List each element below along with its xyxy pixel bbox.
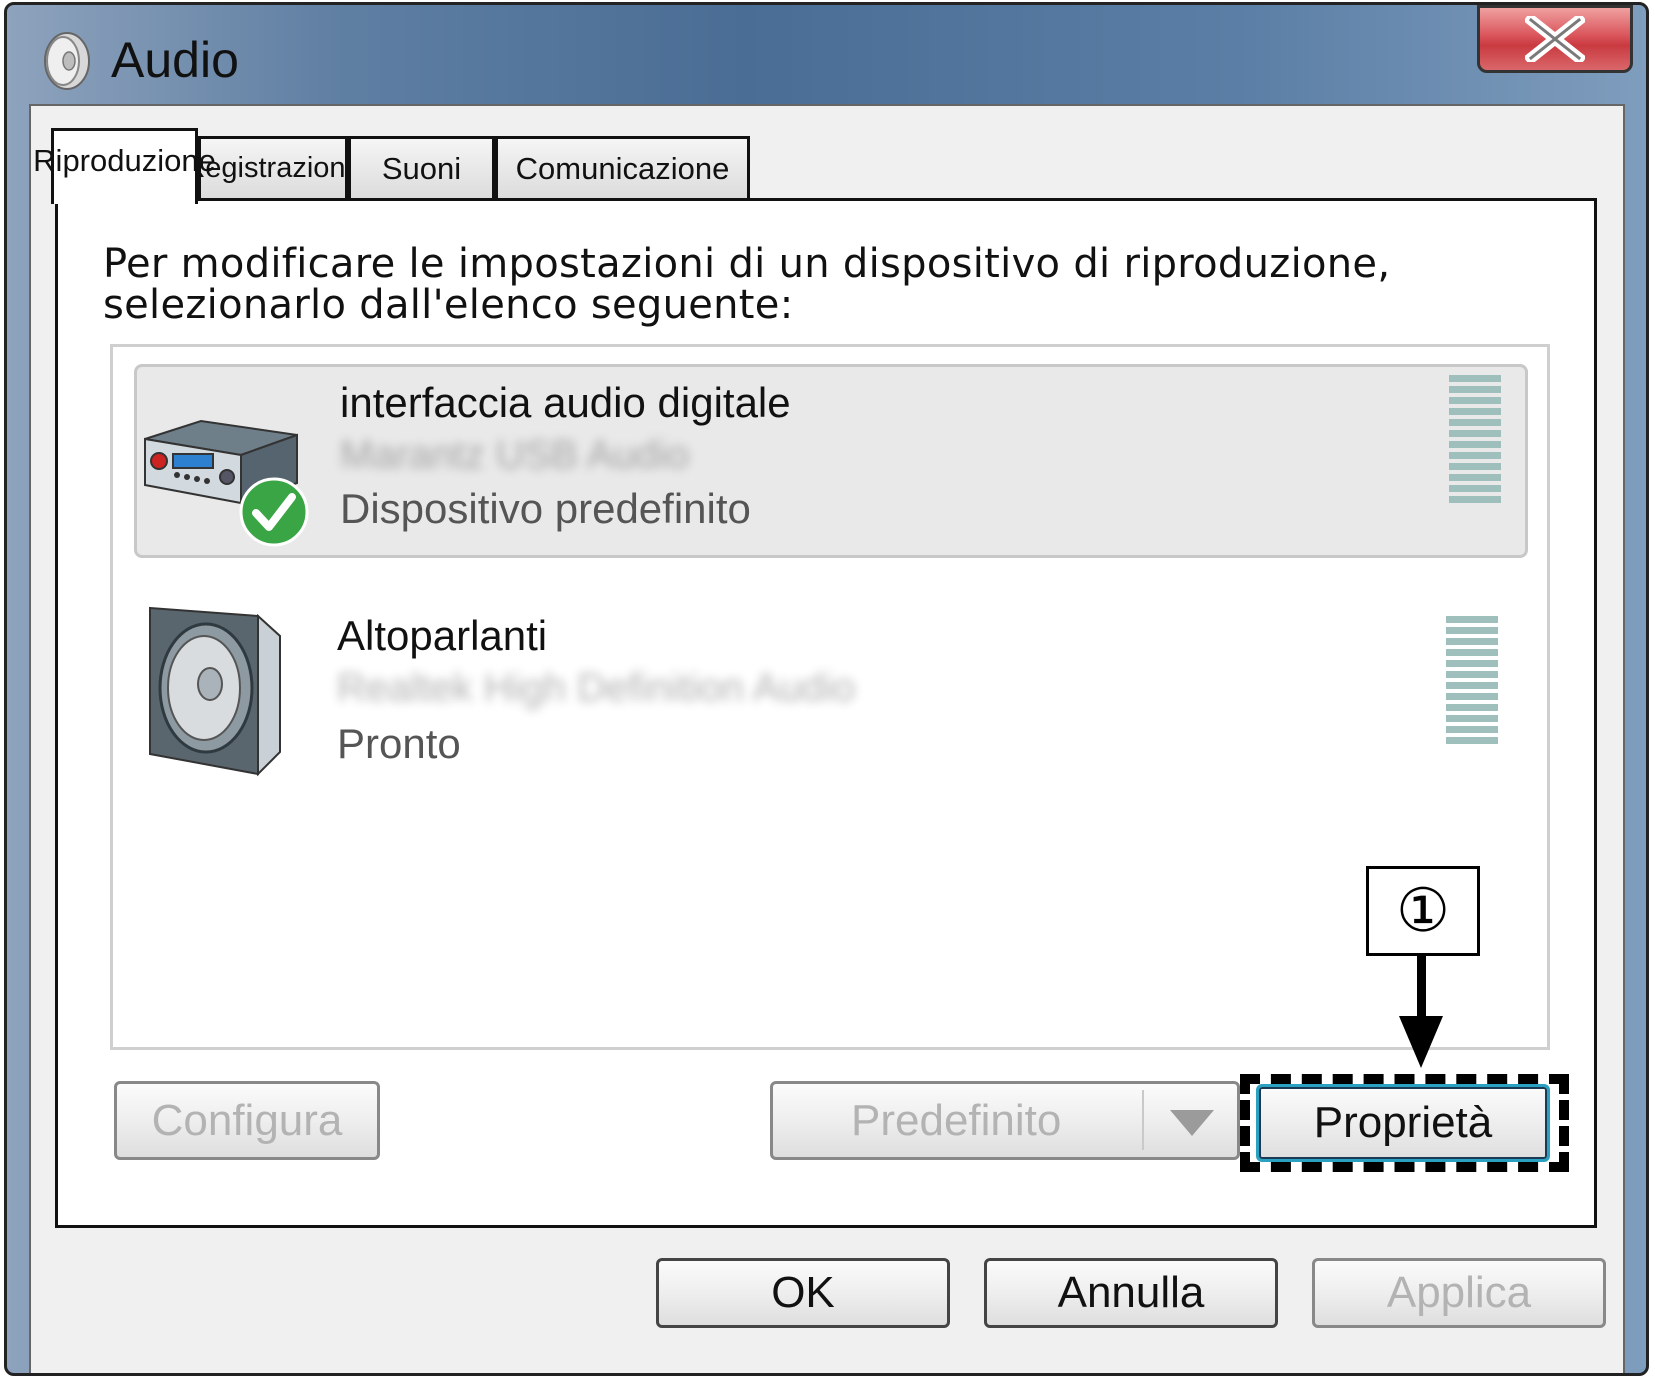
instruction-line-2: selezionarlo dall'elenco seguente:	[103, 282, 794, 328]
tab-registrazione[interactable]: Registrazione	[184, 136, 362, 198]
device-driver: Marantz USB Audio	[340, 433, 690, 477]
instruction-text: Per modificare le impostazioni di un dis…	[103, 244, 1523, 326]
default-check-icon	[239, 477, 309, 547]
tab-suoni[interactable]: Suoni	[348, 136, 495, 198]
callout-arrow-icon	[1399, 1016, 1443, 1068]
device-item-speakers[interactable]: Altoparlanti Realtek High Definition Aud…	[134, 594, 1528, 788]
volume-meter	[1449, 375, 1501, 507]
device-driver: Realtek High Definition Audio	[337, 666, 856, 710]
set-default-label: Predefinito	[851, 1095, 1062, 1145]
configure-button[interactable]: Configura	[114, 1081, 380, 1160]
instruction-line-1: Per modificare le impostazioni di un dis…	[103, 241, 1391, 287]
device-item-digital-interface[interactable]: interfaccia audio digitale Marantz USB A…	[134, 364, 1528, 558]
split-divider	[1142, 1090, 1144, 1150]
volume-meter	[1446, 616, 1498, 748]
tab-riproduzione[interactable]: Riproduzione	[33, 128, 216, 204]
device-status: Dispositivo predefinito	[340, 485, 751, 532]
device-status: Pronto	[337, 720, 461, 767]
device-name: interfaccia audio digitale	[340, 379, 791, 426]
cancel-button[interactable]: Annulla	[984, 1258, 1278, 1328]
chevron-down-icon[interactable]	[1170, 1110, 1214, 1136]
ok-button[interactable]: OK	[656, 1258, 950, 1328]
properties-button[interactable]: Proprietà	[1256, 1084, 1550, 1162]
device-name: Altoparlanti	[337, 612, 548, 659]
close-icon	[1525, 16, 1585, 62]
apply-button[interactable]: Applica	[1312, 1258, 1606, 1328]
speaker-device-icon	[149, 606, 281, 777]
tab-comunicazione[interactable]: Comunicazione	[495, 136, 750, 198]
step-callout: ①	[1366, 866, 1480, 956]
window-title: Audio	[111, 32, 239, 88]
close-button[interactable]	[1477, 5, 1633, 73]
speaker-icon	[44, 32, 90, 90]
